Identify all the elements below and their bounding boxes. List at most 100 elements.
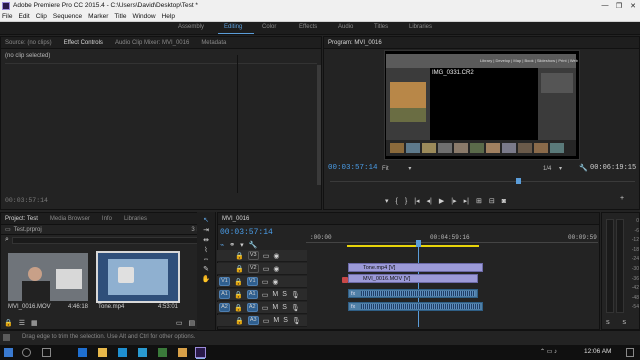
source-patch-a2[interactable]: A2 xyxy=(219,303,230,312)
selection-tool-icon[interactable]: ↖ xyxy=(203,216,209,224)
tab-audio-clip-mixer[interactable]: Audio Clip Mixer: MVI_0016 xyxy=(115,40,189,46)
video-clip-tone[interactable]: Tone.mp4 [V] xyxy=(348,263,483,272)
store-icon[interactable] xyxy=(118,348,127,357)
mark-out-icon[interactable]: { xyxy=(396,198,398,205)
microphone-icon[interactable]: 🎙 xyxy=(292,317,301,325)
list-view-icon[interactable]: ☰ xyxy=(19,319,25,327)
track-label-a1[interactable]: A1 xyxy=(246,290,258,299)
trim-handle[interactable] xyxy=(342,277,348,283)
tab-libraries[interactable]: Libraries xyxy=(124,216,147,222)
workspace-effects[interactable]: Effects xyxy=(299,24,317,30)
wrench-icon[interactable]: 🔧 xyxy=(249,241,258,249)
program-timecode[interactable]: 00:03:57:14 xyxy=(328,164,378,172)
tab-media-browser[interactable]: Media Browser xyxy=(50,216,90,222)
resolution-dropdown[interactable]: 1/4 ▾ xyxy=(543,165,562,172)
sync-lock-icon[interactable]: ▭ xyxy=(263,317,270,325)
lock-icon[interactable]: 🔒 xyxy=(235,265,244,273)
minimize-button[interactable]: — xyxy=(598,0,612,11)
track-label-v2[interactable]: V2 xyxy=(247,264,259,273)
step-forward-icon[interactable]: |▸ xyxy=(451,197,456,205)
time-ruler[interactable] xyxy=(306,242,598,243)
razor-tool-icon[interactable]: ⌇ xyxy=(204,246,207,254)
sync-lock-icon[interactable]: ▭ xyxy=(262,278,269,286)
audio-clip-a2[interactable]: fx xyxy=(348,302,483,311)
meter-solo-right[interactable]: S xyxy=(622,320,626,326)
workspace-libraries[interactable]: Libraries xyxy=(409,24,432,30)
menu-title[interactable]: Title xyxy=(114,13,126,20)
meter-solo-left[interactable]: S xyxy=(606,320,610,326)
microphone-icon[interactable]: 🎙 xyxy=(291,291,300,299)
icon-view-icon[interactable]: ▦ xyxy=(31,319,38,327)
menu-clip[interactable]: Clip xyxy=(36,13,47,20)
export-frame-icon[interactable]: ◙ xyxy=(502,198,506,205)
workspace-color[interactable]: Color xyxy=(262,24,276,30)
source-patch-v1[interactable]: V1 xyxy=(219,277,230,286)
lock-icon[interactable]: 🔒 xyxy=(235,317,244,325)
menu-sequence[interactable]: Sequence xyxy=(53,13,82,20)
go-to-out-icon[interactable]: ▸| xyxy=(464,197,469,205)
new-bin-icon[interactable]: ▭ xyxy=(176,319,183,327)
step-back-icon[interactable]: ◂| xyxy=(427,197,432,205)
sync-lock-icon[interactable]: ▭ xyxy=(262,304,269,312)
thumb-tone-mp4[interactable] xyxy=(96,251,180,303)
eye-icon[interactable]: ◉ xyxy=(273,252,279,260)
app-icon[interactable] xyxy=(158,348,167,357)
cortana-icon[interactable] xyxy=(22,348,31,357)
maximize-button[interactable]: ❐ xyxy=(612,0,626,11)
file-explorer-icon[interactable] xyxy=(98,348,107,357)
tab-program[interactable]: Program: MVI_0016 xyxy=(328,40,382,46)
solo-button[interactable]: S xyxy=(282,291,287,298)
lock-icon[interactable]: 🔒 xyxy=(234,278,243,286)
program-playhead[interactable] xyxy=(516,178,521,184)
add-marker-icon[interactable]: ▾ xyxy=(240,241,244,249)
track-label-a2[interactable]: A2 xyxy=(246,303,258,312)
pen-tool-icon[interactable]: ✎ xyxy=(203,265,209,273)
track-label-a3[interactable]: A3 xyxy=(247,316,259,325)
thumb-mvi-0016[interactable] xyxy=(8,253,88,301)
mute-button[interactable]: M xyxy=(272,291,278,298)
mail-icon[interactable] xyxy=(138,348,147,357)
linked-selection-icon[interactable]: ⚭ xyxy=(229,241,235,249)
menu-file[interactable]: File xyxy=(2,13,12,20)
eye-icon[interactable]: ◉ xyxy=(272,278,278,286)
menu-edit[interactable]: Edit xyxy=(18,13,29,20)
task-view-icon[interactable] xyxy=(42,348,51,357)
mark-in-icon[interactable]: ▾ xyxy=(385,197,389,205)
app-icon[interactable] xyxy=(178,348,187,357)
microphone-icon[interactable]: 🎙 xyxy=(291,304,300,312)
timeline-timecode[interactable]: 00:03:57:14 xyxy=(220,228,273,237)
mute-button[interactable]: M xyxy=(273,317,279,324)
scrollbar[interactable] xyxy=(317,65,321,185)
ripple-edit-tool-icon[interactable]: ⇹ xyxy=(203,236,209,244)
notification-icon[interactable] xyxy=(626,348,634,357)
source-patch-a1[interactable]: A1 xyxy=(219,290,230,299)
edge-icon[interactable] xyxy=(78,348,87,357)
clock[interactable]: 12:06 AM xyxy=(584,348,611,355)
wrench-icon[interactable]: 🔧 xyxy=(579,164,588,172)
lock-icon[interactable]: 🔒 xyxy=(235,252,244,260)
track-select-tool-icon[interactable]: ⇥ xyxy=(203,226,209,234)
hand-tool-icon[interactable]: ✋ xyxy=(202,275,211,283)
work-area-bar[interactable] xyxy=(347,245,479,247)
video-clip-mvi-0016[interactable]: MVI_0016.MOV [V] xyxy=(348,274,478,283)
tray-icons[interactable]: ⌃ ▭ ♪ xyxy=(540,348,557,355)
menu-help[interactable]: Help xyxy=(162,13,175,20)
sync-lock-icon[interactable]: ▭ xyxy=(263,265,270,273)
lock-icon[interactable]: 🔒 xyxy=(234,304,243,312)
search-icon[interactable]: ⌕ xyxy=(5,236,9,244)
new-item-icon[interactable]: ▤ xyxy=(188,319,195,327)
program-scrubber-track[interactable] xyxy=(330,181,635,182)
menu-marker[interactable]: Marker xyxy=(88,13,108,20)
timeline-playhead-handle[interactable] xyxy=(416,240,421,247)
windows-start-icon[interactable] xyxy=(4,348,13,357)
lock-icon[interactable]: 🔒 xyxy=(4,319,13,327)
tab-effect-controls[interactable]: Effect Controls xyxy=(64,40,103,46)
extract-icon[interactable]: ⊟ xyxy=(489,197,495,205)
workspace-audio[interactable]: Audio xyxy=(338,24,353,30)
track-label-v1[interactable]: V1 xyxy=(246,277,258,286)
slip-tool-icon[interactable]: ⇔ xyxy=(203,256,210,263)
mute-button[interactable]: M xyxy=(272,304,278,311)
solo-button[interactable]: S xyxy=(282,304,287,311)
lift-icon[interactable]: ⊞ xyxy=(476,197,482,205)
go-to-in-icon[interactable]: |◂ xyxy=(414,197,419,205)
